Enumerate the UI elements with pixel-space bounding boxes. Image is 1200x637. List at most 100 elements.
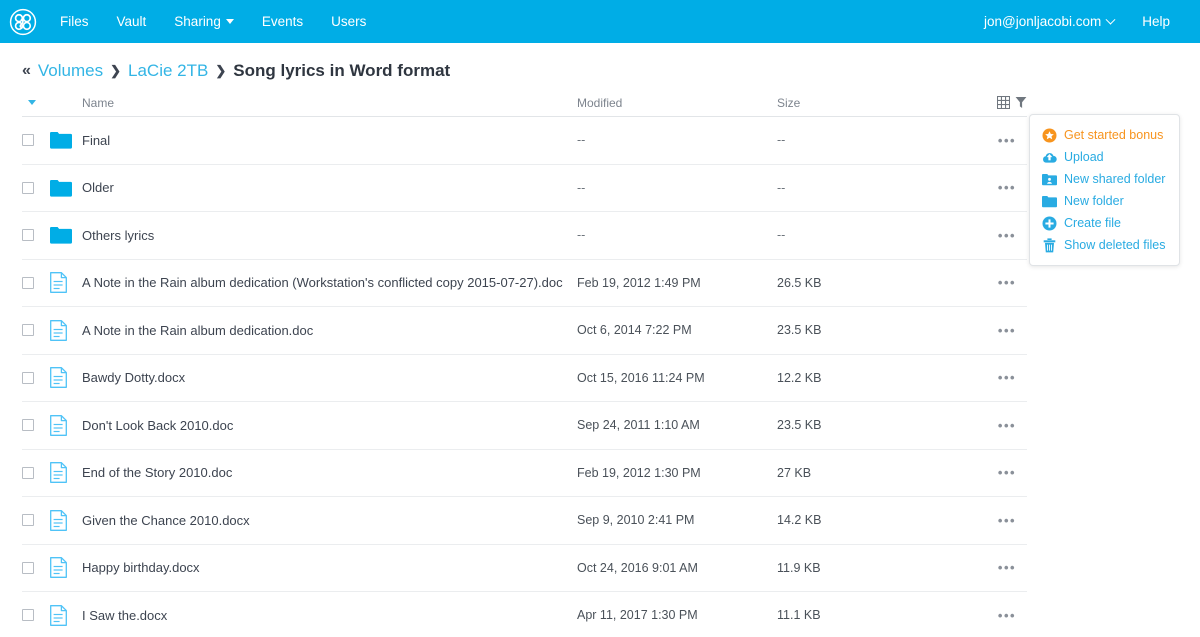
row-select-cell: [22, 324, 50, 336]
table-row[interactable]: Given the Chance 2010.docxSep 9, 2010 2:…: [22, 497, 1027, 545]
column-header-modified[interactable]: Modified: [577, 96, 777, 110]
filter-icon[interactable]: [1015, 96, 1027, 109]
panel-item-label: Create file: [1064, 216, 1121, 230]
actions-dropdown-list: Get started bonusUpload New shared folder…: [1030, 124, 1179, 256]
row-actions-menu-icon[interactable]: •••: [998, 466, 1016, 479]
row-select-cell: [22, 419, 50, 431]
row-modified-label: Oct 15, 2016 11:24 PM: [577, 371, 777, 385]
breadcrumb-item-lacie-2tb[interactable]: LaCie 2TB: [128, 61, 208, 81]
row-checkbox[interactable]: [22, 467, 34, 479]
shared-folder-icon: [1042, 172, 1057, 187]
row-checkbox[interactable]: [22, 562, 34, 574]
row-type-icon: [50, 462, 82, 483]
row-type-icon: [50, 367, 82, 388]
row-name-label[interactable]: Older: [82, 180, 114, 195]
column-header-name[interactable]: Name: [82, 96, 577, 110]
nav-item-sharing[interactable]: Sharing: [160, 0, 248, 43]
table-row[interactable]: A Note in the Rain album dedication.docO…: [22, 307, 1027, 355]
row-select-cell: [22, 467, 50, 479]
nav-item-users[interactable]: Users: [317, 0, 380, 43]
row-checkbox[interactable]: [22, 277, 34, 289]
trash-icon: [1042, 238, 1057, 253]
breadcrumb-back-button[interactable]: «: [22, 62, 29, 80]
row-checkbox[interactable]: [22, 609, 34, 621]
row-select-cell: [22, 609, 50, 621]
document-icon: [50, 272, 67, 293]
row-name-label[interactable]: Bawdy Dotty.docx: [82, 370, 185, 385]
table-row[interactable]: Others lyrics ---- •••: [22, 212, 1027, 260]
row-type-icon: [50, 557, 82, 578]
row-actions-menu-icon[interactable]: •••: [998, 514, 1016, 527]
document-icon: [50, 367, 67, 388]
panel-item-folder[interactable]: New folder: [1030, 190, 1179, 212]
row-name-label[interactable]: Given the Chance 2010.docx: [82, 513, 250, 528]
table-row[interactable]: Final----•••: [22, 117, 1027, 165]
row-name-label[interactable]: Final: [82, 133, 110, 148]
row-actions-menu-icon[interactable]: •••: [998, 561, 1016, 574]
secondary-nav-items: jon@jonljacobi.com Help: [970, 0, 1184, 43]
row-select-cell: [22, 372, 50, 384]
row-actions-menu-icon[interactable]: •••: [998, 134, 1016, 147]
row-checkbox[interactable]: [22, 182, 34, 194]
nav-item-vault[interactable]: Vault: [103, 0, 161, 43]
grid-view-icon[interactable]: [997, 96, 1010, 109]
row-checkbox[interactable]: [22, 514, 34, 526]
nav-item-files[interactable]: Files: [46, 0, 103, 43]
table-row[interactable]: A Note in the Rain album dedication (Wor…: [22, 260, 1027, 308]
panel-item-label: New shared folder: [1064, 172, 1165, 186]
table-row[interactable]: Happy birthday.docxOct 24, 2016 9:01 AM1…: [22, 545, 1027, 593]
table-row[interactable]: Bawdy Dotty.docxOct 15, 2016 11:24 PM12.…: [22, 355, 1027, 403]
sort-descending-icon[interactable]: [28, 100, 36, 105]
app-logo[interactable]: [0, 0, 46, 43]
row-name-label[interactable]: A Note in the Rain album dedication (Wor…: [82, 275, 563, 290]
panel-item-shared-folder[interactable]: New shared folder: [1030, 168, 1179, 190]
panel-item-label: New folder: [1064, 194, 1124, 208]
row-checkbox[interactable]: [22, 324, 34, 336]
row-modified-label: --: [577, 228, 777, 242]
nav-item-events[interactable]: Events: [248, 0, 317, 43]
row-name-label[interactable]: A Note in the Rain album dedication.doc: [82, 323, 313, 338]
panel-item-trash[interactable]: Show deleted files: [1030, 234, 1179, 256]
account-menu[interactable]: jon@jonljacobi.com: [970, 0, 1128, 43]
panel-item-star-badge[interactable]: Get started bonus: [1030, 124, 1179, 146]
breadcrumb-separator-icon: ❯: [110, 63, 121, 79]
table-row[interactable]: I Saw the.docxApr 11, 2017 1:30 PM11.1 K…: [22, 592, 1027, 637]
row-name-label[interactable]: Others lyrics: [82, 228, 154, 243]
row-name-label[interactable]: Happy birthday.docx: [82, 560, 200, 575]
help-link[interactable]: Help: [1128, 0, 1184, 43]
row-actions-menu-icon[interactable]: •••: [998, 371, 1016, 384]
column-header-size[interactable]: Size: [777, 96, 987, 110]
panel-item-plus-circle[interactable]: Create file: [1030, 212, 1179, 234]
folder-icon: [50, 179, 72, 197]
row-checkbox[interactable]: [22, 134, 34, 146]
row-size-label: --: [777, 228, 987, 242]
panel-item-cloud-upload[interactable]: Upload: [1030, 146, 1179, 168]
row-actions-menu-icon[interactable]: •••: [998, 181, 1016, 194]
plus-circle-icon: [1042, 216, 1057, 231]
row-type-icon: [50, 131, 82, 149]
table-row[interactable]: Don't Look Back 2010.docSep 24, 2011 1:1…: [22, 402, 1027, 450]
breadcrumb: « Volumes ❯ LaCie 2TB ❯ Song lyrics in W…: [0, 43, 1200, 95]
row-size-label: 23.5 KB: [777, 418, 987, 432]
nav-item-sharing-label: Sharing: [174, 14, 221, 29]
row-checkbox[interactable]: [22, 372, 34, 384]
row-name-label[interactable]: I Saw the.docx: [82, 608, 167, 623]
row-name-label[interactable]: Don't Look Back 2010.doc: [82, 418, 233, 433]
plus-circle-icon: [1042, 216, 1057, 231]
row-actions-menu-icon[interactable]: •••: [998, 229, 1016, 242]
breadcrumb-item-volumes[interactable]: Volumes: [38, 61, 103, 81]
row-size-label: --: [777, 181, 987, 195]
shared-folder-icon: [1042, 172, 1057, 187]
row-size-label: --: [777, 133, 987, 147]
row-actions-menu-icon[interactable]: •••: [998, 419, 1016, 432]
table-row[interactable]: Older----•••: [22, 165, 1027, 213]
row-actions-menu-icon[interactable]: •••: [998, 324, 1016, 337]
table-row[interactable]: End of the Story 2010.docFeb 19, 2012 1:…: [22, 450, 1027, 498]
row-name-label[interactable]: End of the Story 2010.doc: [82, 465, 232, 480]
row-checkbox[interactable]: [22, 419, 34, 431]
row-actions-menu-icon[interactable]: •••: [998, 276, 1016, 289]
select-all-cell: [22, 100, 50, 105]
row-checkbox[interactable]: [22, 229, 34, 241]
table-body: Final----•••Older----•••Others lyrics---…: [22, 117, 1027, 637]
row-actions-menu-icon[interactable]: •••: [998, 609, 1016, 622]
